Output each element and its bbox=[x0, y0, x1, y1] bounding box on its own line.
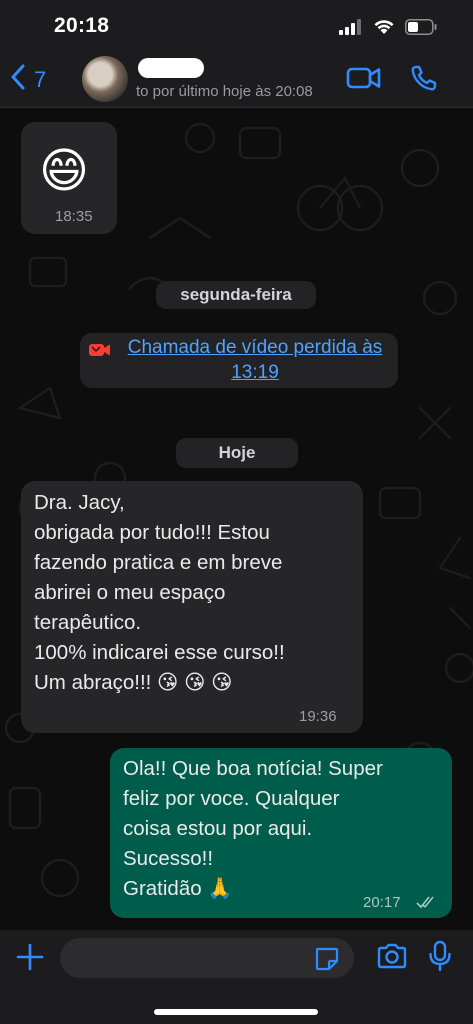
message-text: Dra. Jacy, obrigada por tudo!!! Estou fa… bbox=[34, 491, 285, 694]
back-button[interactable]: 7 bbox=[10, 64, 46, 96]
input-bar bbox=[0, 930, 473, 1024]
chevron-left-icon bbox=[10, 64, 26, 96]
microphone-icon[interactable] bbox=[428, 940, 452, 977]
date-separator: Hoje bbox=[176, 438, 298, 468]
message-bubble-incoming[interactable]: 😄 18:35 bbox=[21, 122, 117, 234]
sticker-icon[interactable] bbox=[314, 946, 340, 977]
camera-icon[interactable] bbox=[376, 942, 408, 975]
chat-area[interactable]: 😄 18:35 segunda-feira Chamada de vídeo p… bbox=[0, 108, 473, 930]
message-time: 20:17 bbox=[363, 894, 401, 911]
status-bar: 20:18 bbox=[0, 0, 473, 52]
message-time: 18:35 bbox=[55, 208, 93, 225]
chat-header: 7 to por último hoje às 20:08 bbox=[0, 52, 473, 108]
battery-icon bbox=[405, 18, 437, 40]
missed-call-text[interactable]: Chamada de vídeo perdida às 13:19 bbox=[118, 335, 392, 385]
date-separator: segunda-feira bbox=[156, 281, 316, 309]
message-time: 19:36 bbox=[299, 708, 337, 725]
cellular-signal-icon bbox=[339, 18, 363, 40]
missed-call-notice[interactable]: Chamada de vídeo perdida às 13:19 bbox=[80, 333, 398, 388]
double-check-icon bbox=[416, 895, 440, 914]
wifi-icon bbox=[373, 18, 395, 40]
message-input[interactable] bbox=[60, 938, 354, 978]
home-indicator bbox=[154, 1009, 318, 1015]
unread-count: 7 bbox=[34, 67, 47, 92]
plus-icon[interactable] bbox=[16, 943, 44, 976]
missed-video-call-icon bbox=[88, 342, 112, 363]
contact-name-redacted[interactable] bbox=[138, 58, 204, 78]
phone-icon[interactable] bbox=[410, 64, 438, 97]
last-seen-status[interactable]: to por último hoje às 20:08 bbox=[136, 83, 313, 100]
message-text: 😄 bbox=[39, 145, 90, 198]
status-time: 20:18 bbox=[54, 14, 110, 37]
status-icons bbox=[339, 18, 437, 40]
message-text: Ola!! Que boa notícia! Super feliz por v… bbox=[123, 757, 383, 900]
video-camera-icon[interactable] bbox=[346, 64, 382, 97]
avatar[interactable] bbox=[82, 56, 128, 102]
message-bubble-incoming[interactable]: Dra. Jacy, obrigada por tudo!!! Estou fa… bbox=[21, 481, 363, 733]
message-bubble-outgoing[interactable]: Ola!! Que boa notícia! Super feliz por v… bbox=[110, 748, 452, 918]
